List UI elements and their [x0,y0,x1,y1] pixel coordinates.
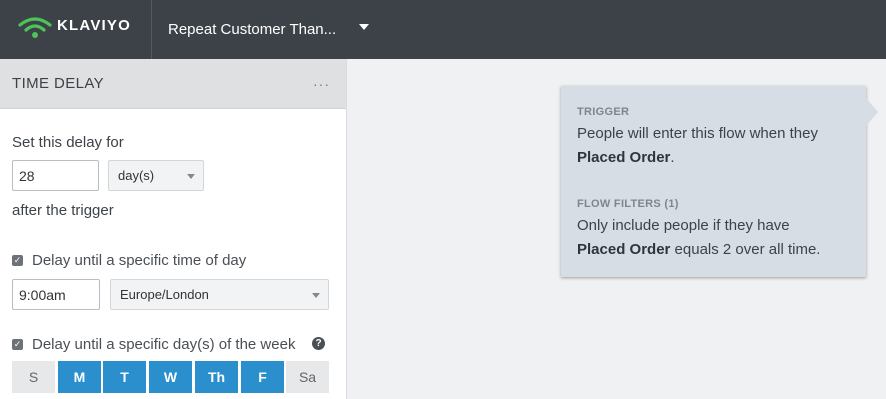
time-of-day-label: Delay until a specific time of day [32,252,247,269]
flow-filters-label: FLOW FILTERS (1) [577,198,679,210]
day-sunday-button[interactable]: S [12,361,55,393]
trigger-text: People will enter this flow when they [577,125,818,142]
days-of-week-checkbox[interactable]: ✓ [12,339,23,350]
top-bar: KLAVIYO Repeat Customer Than... [0,0,886,59]
trigger-end: . [670,149,675,166]
filter-condition-text: equals 2 over all time. [670,241,821,258]
wifi-logo-icon [18,17,52,38]
day-thursday-button[interactable]: Th [195,361,238,393]
day-saturday-button[interactable]: Sa [286,361,329,393]
day-wednesday-button[interactable]: W [149,361,192,393]
trigger-event: Placed Order [577,149,671,166]
more-options-icon[interactable]: ··· [313,76,330,92]
caret-down-icon [359,24,369,30]
flow-name-dropdown[interactable]: Repeat Customer Than... [152,0,382,59]
delay-unit-value: day(s) [118,168,155,183]
delay-unit-select[interactable]: day(s) [108,160,204,191]
flow-name: Repeat Customer Than... [168,21,337,38]
flow-filters-text: Only include people if they have [577,217,790,234]
help-icon[interactable]: ? [312,337,325,350]
caret-down-icon [312,292,320,298]
delay-amount-input[interactable] [12,160,99,191]
trigger-event-line: Placed Order. [577,149,675,166]
brand-name: KLAVIYO [57,17,131,34]
day-friday-button[interactable]: F [241,361,284,393]
day-monday-button[interactable]: M [58,361,101,393]
time-of-day-checkbox[interactable]: ✓ [12,255,23,266]
panel-header: TIME DELAY ··· [0,59,346,109]
trigger-label: TRIGGER [577,106,630,118]
delay-suffix-text: after the trigger [12,202,114,219]
klaviyo-logo[interactable]: KLAVIYO [18,16,131,40]
days-of-week-label: Delay until a specific day(s) of the wee… [32,336,296,353]
flow-filter-condition: Placed Order equals 2 over all time. [577,241,820,258]
filter-event: Placed Order [577,241,671,258]
timezone-value: Europe/London [120,287,209,302]
timezone-select[interactable]: Europe/London [110,279,329,310]
day-tuesday-button[interactable]: T [103,361,146,393]
delay-prefix-text: Set this delay for [12,134,124,151]
panel-title: TIME DELAY [12,75,105,92]
time-of-day-input[interactable] [12,279,100,310]
caret-down-icon [187,173,195,179]
card-pointer [866,98,878,126]
